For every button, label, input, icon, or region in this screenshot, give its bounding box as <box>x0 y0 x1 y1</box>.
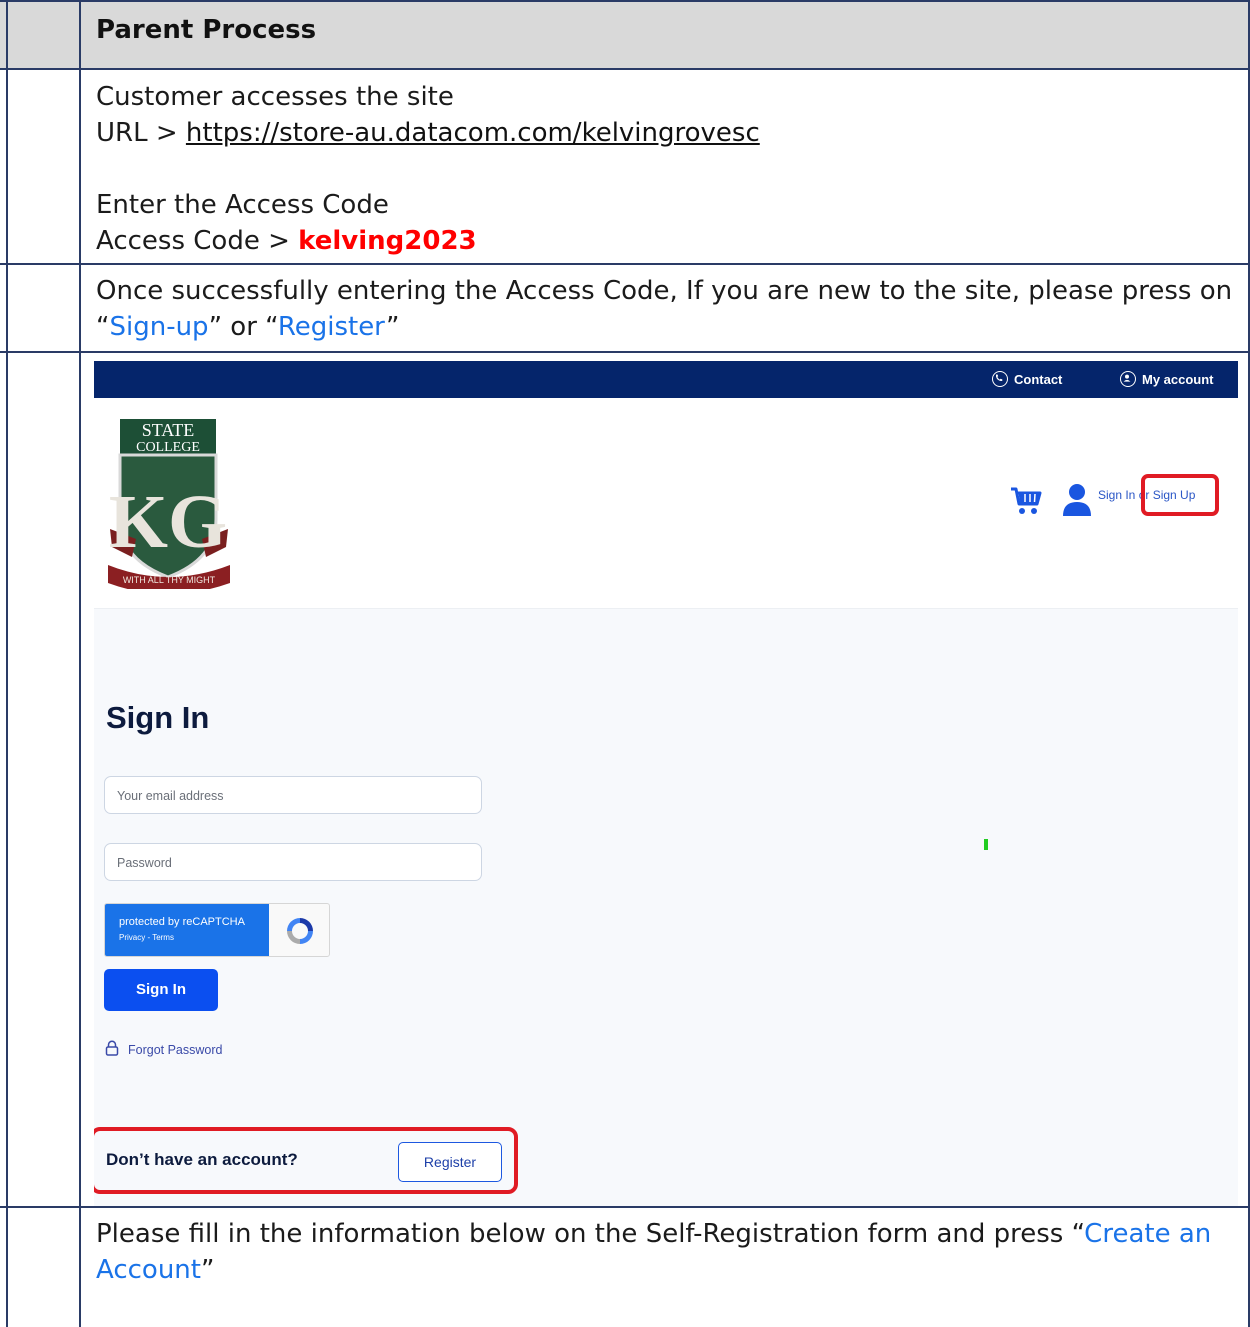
step-signup-instruction: Once successfully entering the Access Co… <box>96 273 1236 345</box>
instruction-text: ” <box>200 1255 215 1285</box>
access-code-line: Access Code > kelving2023 <box>96 223 760 259</box>
signup-highlight-box <box>1141 474 1219 516</box>
store-url-link[interactable]: https://store-au.datacom.com/kelvingrove… <box>186 118 760 148</box>
register-link[interactable]: Register <box>278 312 386 342</box>
recaptcha-text: protected by reCAPTCHA <box>119 916 245 928</box>
table-border-column <box>79 0 81 1327</box>
table-row-divider <box>0 68 1250 70</box>
my-account-label: My account <box>1142 371 1214 387</box>
instruction-text: Please fill in the information below on … <box>96 1219 1085 1249</box>
step-text: Customer accesses the site <box>96 82 454 112</box>
table-row-divider <box>0 263 1250 265</box>
crest-text-state: STATE <box>142 420 195 440</box>
recaptcha-label-panel: protected by reCAPTCHA Privacy - Terms <box>105 904 269 956</box>
table-border-top <box>0 0 1250 2</box>
signin-button[interactable]: Sign In <box>104 969 218 1011</box>
account-icon <box>1120 371 1136 387</box>
forgot-password-link[interactable]: Forgot Password <box>104 1040 222 1059</box>
password-field[interactable]: Password <box>104 843 482 881</box>
user-icon[interactable] <box>1062 483 1092 521</box>
school-crest-logo: STATE COLLEGE KG WITH ALL THY MIGHT <box>108 419 230 594</box>
email-field[interactable]: Your email address <box>104 776 482 814</box>
signup-link[interactable]: Sign-up <box>109 312 208 342</box>
no-account-text: Don’t have an account? <box>106 1150 298 1169</box>
crest-text-college: COLLEGE <box>136 440 200 455</box>
recaptcha-links[interactable]: Privacy - Terms <box>119 933 174 942</box>
access-code-prefix: Access Code > <box>96 226 299 256</box>
step-create-account: Please fill in the information below on … <box>96 1216 1236 1288</box>
table-border-left <box>6 0 8 1327</box>
contact-link[interactable]: Contact <box>992 371 1062 387</box>
signin-page-screenshot: Contact My account STATE COLLEGE KG WITH… <box>94 361 1238 1206</box>
table-row-divider <box>0 1206 1250 1208</box>
site-topbar: Contact My account <box>94 361 1238 398</box>
step-text: Once successfully entering the Access Co… <box>96 273 1236 345</box>
my-account-link[interactable]: My account <box>1120 371 1214 387</box>
table-header-title: Parent Process <box>96 15 317 45</box>
contact-label: Contact <box>1014 371 1063 387</box>
crest-monogram: KG <box>109 480 227 564</box>
access-code-value: kelving2023 <box>298 226 477 256</box>
phone-icon <box>992 371 1008 387</box>
signin-heading: Sign In <box>106 700 210 735</box>
forgot-password-label: Forgot Password <box>128 1042 223 1057</box>
lock-icon <box>104 1040 120 1059</box>
recaptcha-icon <box>283 914 317 952</box>
instruction-text: ” <box>385 312 400 342</box>
url-prefix: URL > <box>96 118 186 148</box>
step-url-line: URL > https://store-au.datacom.com/kelvi… <box>96 115 760 151</box>
table-row-divider <box>0 351 1250 353</box>
crest-motto: WITH ALL THY MIGHT <box>123 575 216 585</box>
step-text: Enter the Access Code <box>96 190 389 220</box>
cart-icon[interactable] <box>1010 486 1042 520</box>
step-access-site: Customer accesses the site URL > https:/… <box>96 79 760 259</box>
instruction-text: ” or “ <box>208 312 278 342</box>
recaptcha-badge[interactable]: protected by reCAPTCHA Privacy - Terms <box>104 903 330 957</box>
cursor-mark <box>984 839 988 850</box>
register-button[interactable]: Register <box>398 1142 502 1182</box>
step-text: Please fill in the information below on … <box>96 1216 1236 1288</box>
